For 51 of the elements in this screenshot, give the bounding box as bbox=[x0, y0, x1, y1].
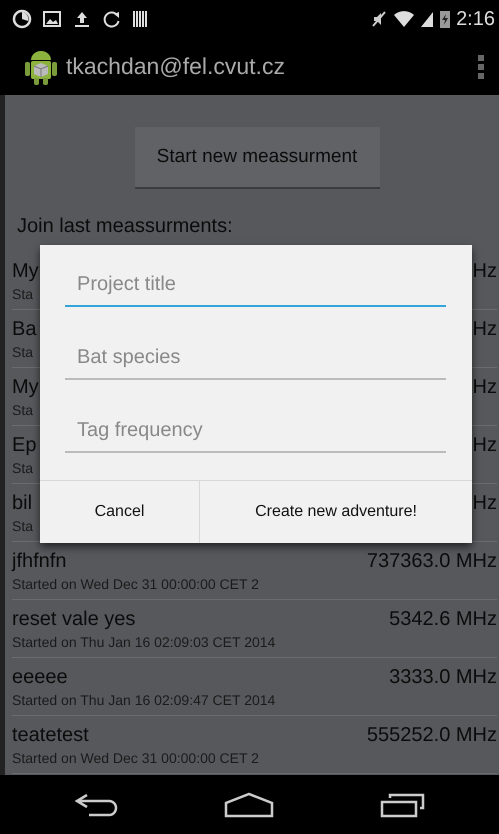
measurement-frequency: Hz bbox=[472, 316, 497, 342]
measurement-start-date: Sta bbox=[12, 400, 34, 420]
input-field[interactable]: Tag frequency bbox=[65, 409, 446, 453]
input-field[interactable]: Bat species bbox=[65, 336, 446, 380]
clock-time: 2:16 bbox=[456, 8, 495, 30]
measurement-frequency: 5342.6 MHz bbox=[389, 606, 497, 632]
account-title: tkachdan@fel.cvut.cz bbox=[66, 53, 286, 80]
measurement-name: Ep bbox=[12, 432, 36, 458]
sync-icon bbox=[102, 9, 122, 29]
measurement-frequency: Hz bbox=[472, 490, 497, 516]
measurement-item[interactable]: reset vale yes 5342.6 MHz Started on Thu Jan 16 02:09:03 CET 2014 bbox=[12, 600, 497, 658]
measurement-start-date: Started on Wed Dec 31 00:00:00 CET 2 bbox=[12, 748, 259, 768]
measurement-frequency: Hz bbox=[472, 374, 497, 400]
create-button[interactable]: Create new adventure! bbox=[200, 481, 472, 543]
list-heading: Join last meassurments: bbox=[17, 215, 234, 238]
measurement-start-date: Started on Wed Dec 31 00:00:00 CET 2 bbox=[12, 574, 259, 594]
mute-icon bbox=[370, 9, 388, 29]
input-field[interactable]: Project title bbox=[65, 263, 446, 307]
measurement-name: My bbox=[12, 258, 39, 284]
measurement-item[interactable]: eeeee 3333.0 MHz Started on Thu Jan 16 02:09:47 CET 2014 bbox=[12, 658, 497, 716]
measurement-frequency: Hz bbox=[472, 258, 497, 284]
measurement-start-date: Sta bbox=[12, 284, 34, 304]
measurement-name: teatetest bbox=[12, 722, 89, 748]
measurement-name: bil bbox=[12, 490, 32, 516]
clock-icon bbox=[12, 9, 32, 29]
measurement-start-date: Sta bbox=[12, 458, 34, 478]
overflow-menu-icon[interactable] bbox=[477, 54, 485, 80]
measurement-frequency: 737363.0 MHz bbox=[366, 548, 497, 574]
barcode-icon bbox=[132, 9, 150, 29]
measurement-name: reset vale yes bbox=[12, 606, 136, 632]
home-icon[interactable] bbox=[224, 792, 274, 818]
battery-icon bbox=[439, 9, 452, 29]
start-measurement-button[interactable]: Start new meassurment bbox=[134, 127, 380, 189]
image-icon bbox=[42, 9, 62, 29]
measurement-frequency: 3333.0 MHz bbox=[389, 664, 497, 690]
back-icon[interactable] bbox=[72, 792, 119, 818]
recent-apps-icon[interactable] bbox=[380, 792, 426, 818]
measurement-start-date: Sta bbox=[12, 516, 34, 536]
signal-icon bbox=[420, 10, 434, 28]
cancel-button[interactable]: Cancel bbox=[40, 481, 200, 543]
wifi-icon bbox=[393, 10, 416, 28]
measurement-frequency: 555252.0 MHz bbox=[366, 722, 497, 748]
measurement-start-date: Started on Thu Jan 16 02:09:47 CET 2014 bbox=[12, 690, 276, 710]
measurement-name: Ba bbox=[12, 316, 36, 342]
measurement-start-date: Started on Thu Jan 16 02:09:03 CET 2014 bbox=[12, 632, 276, 652]
measurement-name: My bbox=[12, 374, 39, 400]
measurement-name: eeeee bbox=[12, 664, 68, 690]
measurement-start-date: Sta bbox=[12, 342, 34, 362]
measurement-frequency: Hz bbox=[472, 432, 497, 458]
measurement-name: jfhfnfn bbox=[12, 548, 66, 574]
measurement-item[interactable]: teatetest 555252.0 MHz Started on Wed Dec 31 00:00:00 CET 2 bbox=[12, 716, 497, 774]
